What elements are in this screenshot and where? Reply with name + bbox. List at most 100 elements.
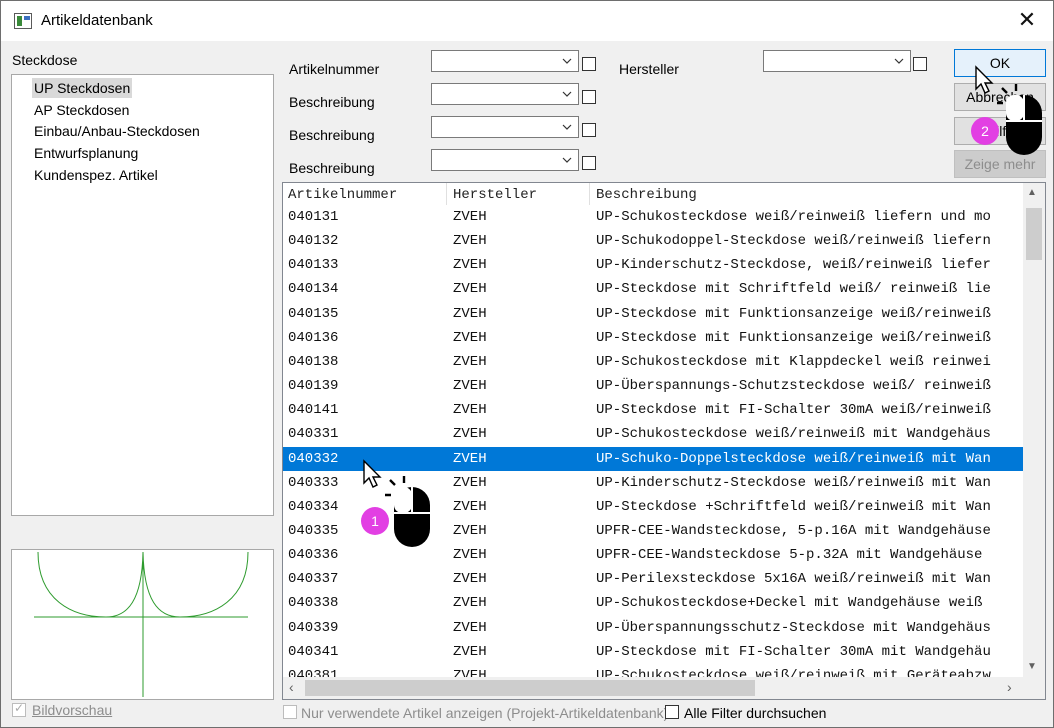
chevron-down-icon <box>894 58 904 64</box>
cell-artikelnummer: 040336 <box>288 547 339 564</box>
bildvorschau-checkbox[interactable] <box>12 701 26 717</box>
beschreibung-combo-1[interactable] <box>431 83 579 105</box>
column-divider[interactable] <box>446 183 447 205</box>
tree-item-entwurfsplanung[interactable]: Entwurfsplanung <box>32 143 140 163</box>
chevron-down-icon <box>562 124 572 130</box>
cell-artikelnummer: 040133 <box>288 257 339 274</box>
cell-beschreibung: UP-Perilexsteckdose 5x16A weiß/reinweiß … <box>596 571 991 588</box>
table-row[interactable]: 040136 ZVEH UP-Steckdose mit Funktionsanze… <box>283 326 1023 350</box>
table-row[interactable]: 040138 ZVEH UP-Schukosteckdose mit Klappde… <box>283 350 1023 374</box>
bildvorschau-label: Bildvorschau <box>32 702 113 718</box>
table-row[interactable]: 040337 ZVEH UP-Perilexsteckdose 5x16A weiß… <box>283 567 1023 591</box>
horizontal-scroll-thumb[interactable] <box>305 680 755 696</box>
cell-artikelnummer: 040341 <box>288 643 339 660</box>
vertical-scrollbar[interactable]: ▲ ▼ <box>1023 183 1045 677</box>
scroll-left-arrow[interactable]: ‹ <box>289 679 294 695</box>
cell-beschreibung: UP-Überspannungsschutz-Steckdose mit Wan… <box>596 619 991 636</box>
cell-hersteller: ZVEH <box>453 522 487 539</box>
vertical-scroll-thumb[interactable] <box>1026 208 1042 260</box>
artikelnummer-combo[interactable] <box>431 50 579 72</box>
category-tree[interactable]: UP Steckdosen AP Steckdosen Einbau/Anbau… <box>11 74 274 516</box>
cell-hersteller: ZVEH <box>453 257 487 274</box>
table-row[interactable]: 040338 ZVEH UP-Schukosteckdose+Deckel mit … <box>283 591 1023 615</box>
beschreibung-filter-checkbox-3[interactable] <box>582 156 596 170</box>
cell-hersteller: ZVEH <box>453 643 487 660</box>
cell-beschreibung: UP-Überspannungs-Schutzsteckdose weiß/ r… <box>596 378 991 395</box>
alle-filter-label: Alle Filter durchsuchen <box>684 705 827 721</box>
alle-filter-checkbox[interactable] <box>665 705 679 719</box>
cell-beschreibung: UPFR-CEE-Wandsteckdose 5-p.32A mit Wandg… <box>596 547 983 564</box>
cell-hersteller: ZVEH <box>453 450 487 467</box>
cell-artikelnummer: 040335 <box>288 522 339 539</box>
cell-hersteller: ZVEH <box>453 595 487 612</box>
scroll-right-arrow[interactable]: › <box>1007 679 1012 695</box>
cell-hersteller: ZVEH <box>453 571 487 588</box>
cell-beschreibung: UP-Steckdose mit Funktionsanzeige weiß/r… <box>596 305 991 322</box>
column-header-hersteller[interactable]: Hersteller <box>453 187 537 203</box>
cell-artikelnummer: 040141 <box>288 402 339 419</box>
beschreibung-combo-2[interactable] <box>431 116 579 138</box>
title-bar: Artikeldatenbank ✕ <box>1 1 1053 41</box>
table-row[interactable]: 040141 ZVEH UP-Steckdose mit FI-Schalter 3… <box>283 398 1023 422</box>
hersteller-filter-checkbox[interactable] <box>913 57 927 71</box>
cell-artikelnummer: 040132 <box>288 233 339 250</box>
cell-artikelnummer: 040139 <box>288 378 339 395</box>
cell-hersteller: ZVEH <box>453 619 487 636</box>
tree-item-einbau-anbau[interactable]: Einbau/Anbau-Steckdosen <box>32 121 202 141</box>
cell-hersteller: ZVEH <box>453 402 487 419</box>
table-row[interactable]: 040132 ZVEH UP-Schukodoppel-Steckdose weiß… <box>283 229 1023 253</box>
tree-item-ap-steckdosen[interactable]: AP Steckdosen <box>32 100 131 120</box>
table-row[interactable]: 040332 ZVEH UP-Schuko-Doppelsteckdose weiß… <box>283 446 1023 471</box>
table-row[interactable]: 040135 ZVEH UP-Steckdose mit Funktionsanze… <box>283 302 1023 326</box>
beschreibung-combo-3[interactable] <box>431 149 579 171</box>
mouse-click-icon <box>379 473 439 556</box>
table-row[interactable]: 040139 ZVEH UP-Überspannungs-Schutzsteckdo… <box>283 374 1023 398</box>
table-row[interactable]: 040133 ZVEH UP-Kinderschutz-Steckdose, wei… <box>283 253 1023 277</box>
nur-verwendete-checkbox[interactable] <box>283 705 297 719</box>
step-badge-2: 2 <box>971 117 999 145</box>
cell-beschreibung: UP-Schukosteckdose weiß/reinweiß mit Wan… <box>596 426 991 443</box>
scroll-down-arrow[interactable]: ▼ <box>1027 661 1037 672</box>
column-divider[interactable] <box>589 183 590 205</box>
cell-beschreibung: UP-Steckdose mit Schriftfeld weiß/ reinw… <box>596 281 991 298</box>
cell-artikelnummer: 040339 <box>288 619 339 636</box>
tree-item-kundenspez[interactable]: Kundenspez. Artikel <box>32 165 160 185</box>
table-row[interactable]: 040339 ZVEH UP-Überspannungsschutz-Steckdo… <box>283 616 1023 640</box>
beschreibung-filter-checkbox-2[interactable] <box>582 123 596 137</box>
cell-hersteller: ZVEH <box>453 353 487 370</box>
cell-beschreibung: UP-Steckdose mit FI-Schalter 30mA mit Wa… <box>596 643 991 660</box>
cell-hersteller: ZVEH <box>453 498 487 515</box>
chevron-down-icon <box>562 91 572 97</box>
mouse-click-icon <box>991 81 1051 164</box>
app-window-icon <box>14 13 32 29</box>
cell-beschreibung: UP-Schukosteckdose+Deckel mit Wandgehäus… <box>596 595 983 612</box>
hersteller-combo[interactable] <box>763 50 911 72</box>
chevron-down-icon <box>562 58 572 64</box>
cell-hersteller: ZVEH <box>453 547 487 564</box>
table-row[interactable]: 040131 ZVEH UP-Schukosteckdose weiß/reinwe… <box>283 205 1023 229</box>
table-row[interactable]: 040341 ZVEH UP-Steckdose mit FI-Schalter 3… <box>283 640 1023 664</box>
column-header-beschreibung[interactable]: Beschreibung <box>596 187 697 203</box>
article-list[interactable]: Artikelnummer Hersteller Beschreibung 04… <box>282 182 1046 700</box>
list-header: Artikelnummer Hersteller Beschreibung <box>283 183 1023 205</box>
table-row[interactable]: 040134 ZVEH UP-Steckdose mit Schriftfeld w… <box>283 277 1023 301</box>
cell-hersteller: ZVEH <box>453 378 487 395</box>
chevron-down-icon <box>562 157 572 163</box>
scroll-up-arrow[interactable]: ▲ <box>1027 187 1037 198</box>
cell-beschreibung: UPFR-CEE-Wandsteckdose, 5-p.16A mit Wand… <box>596 522 991 539</box>
cell-artikelnummer: 040138 <box>288 353 339 370</box>
cell-artikelnummer: 040134 <box>288 281 339 298</box>
cell-beschreibung: UP-Schukodoppel-Steckdose weiß/reinweiß … <box>596 233 991 250</box>
cell-artikelnummer: 040136 <box>288 329 339 346</box>
cell-beschreibung: UP-Schuko-Doppelsteckdose weiß/reinweiß … <box>596 450 991 467</box>
hersteller-label: Hersteller <box>619 61 679 77</box>
tree-item-up-steckdosen[interactable]: UP Steckdosen <box>32 78 133 98</box>
horizontal-scrollbar[interactable]: ‹ › <box>283 677 1045 699</box>
artikelnummer-label: Artikelnummer <box>289 61 380 77</box>
close-button[interactable]: ✕ <box>1007 5 1047 37</box>
cell-artikelnummer: 040333 <box>288 474 339 491</box>
column-header-artikelnummer[interactable]: Artikelnummer <box>288 187 397 203</box>
table-row[interactable]: 040331 ZVEH UP-Schukosteckdose weiß/reinwe… <box>283 422 1023 446</box>
artikelnummer-filter-checkbox[interactable] <box>582 57 596 71</box>
beschreibung-filter-checkbox-1[interactable] <box>582 90 596 104</box>
